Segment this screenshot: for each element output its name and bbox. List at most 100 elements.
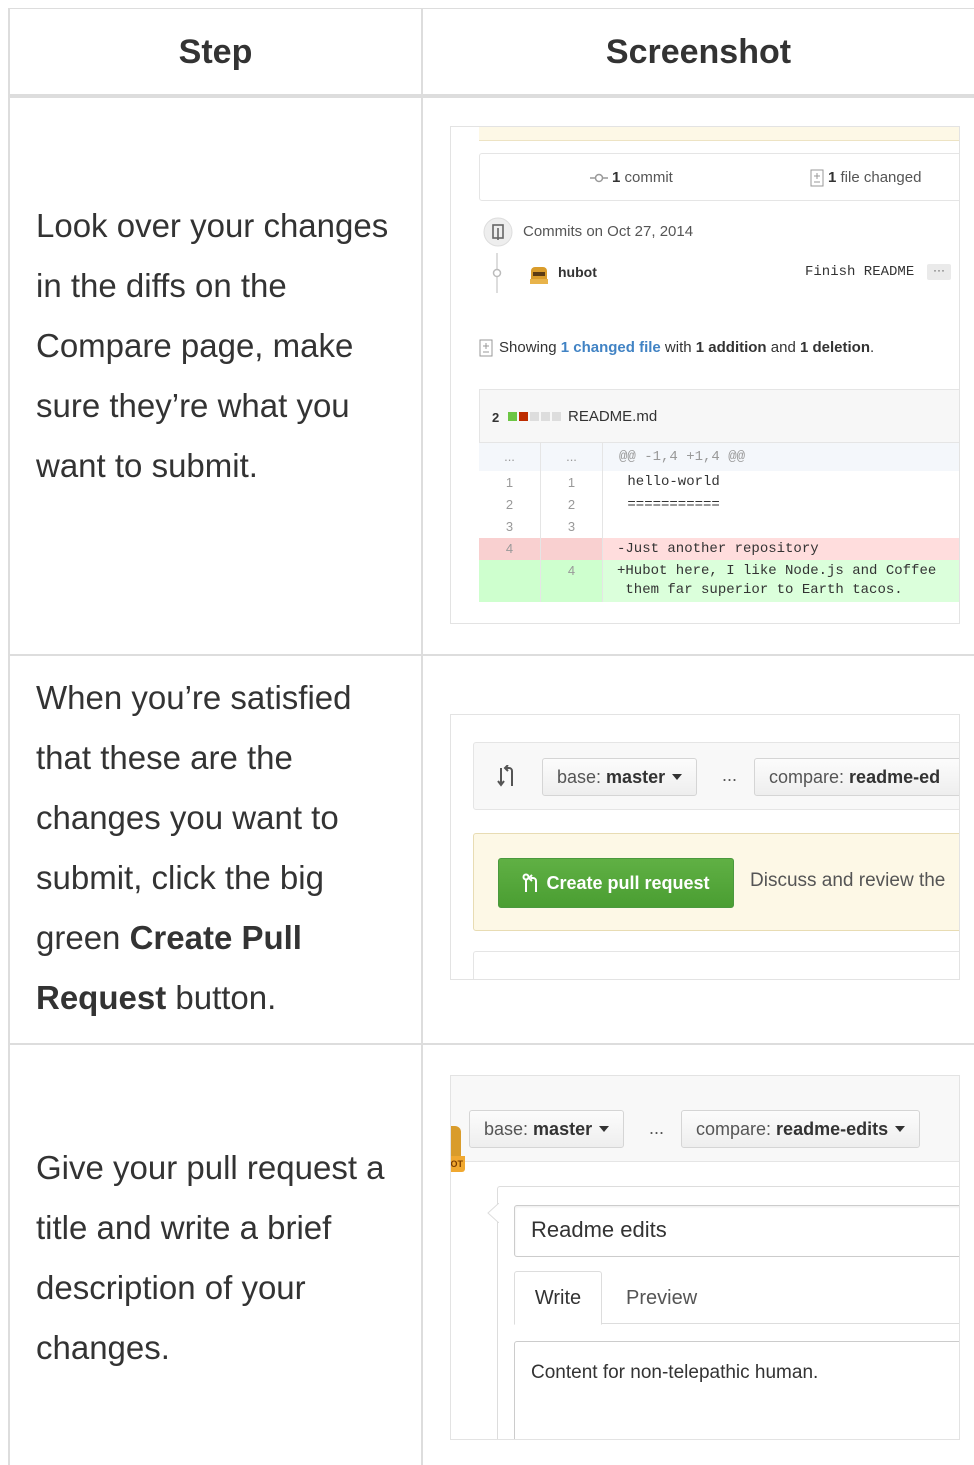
old-line-number[interactable]: 4 — [479, 538, 541, 560]
commit-message[interactable]: Finish README — [805, 264, 914, 280]
changed-files-link[interactable]: 1 changed file — [561, 339, 661, 356]
showing-end: . — [870, 339, 875, 356]
new-line-number[interactable] — [541, 538, 603, 560]
branch-compare-bar: base: master ... compare: readme-edits — [451, 1076, 959, 1162]
additions-count: 1 addition — [695, 339, 767, 356]
table-border-left — [8, 8, 10, 1465]
old-line-number[interactable] — [479, 560, 541, 602]
diff-code: +Hubot here, I like Node.js and Coffee — [617, 563, 937, 579]
caret-down-icon — [599, 1126, 610, 1132]
new-line-number[interactable]: 3 — [541, 516, 603, 538]
base-label: base: — [484, 1118, 529, 1139]
diffstat-add — [508, 412, 517, 421]
base-branch-select[interactable]: base: master — [469, 1110, 625, 1148]
commit-author[interactable]: hubot — [558, 264, 597, 280]
diff-code: them far superior to Earth tacos. — [617, 582, 903, 598]
compare-label: compare: — [696, 1118, 772, 1139]
pr-form-screenshot: base: master ... compare: readme-edits OT … — [450, 1075, 960, 1440]
step-2-bold-2: Request — [36, 979, 167, 1016]
pr-title-input[interactable]: Readme edits — [514, 1205, 959, 1257]
file-diff-icon — [479, 339, 493, 357]
diff-summary-line: Showing 1 changed file with 1 addition a… — [479, 339, 875, 357]
create-pr-label: Create pull request — [546, 872, 710, 893]
banner-edge — [479, 127, 959, 141]
avatar-label: OT — [451, 1156, 465, 1172]
step-2-text-after: button. — [166, 979, 277, 1016]
compare-summary-box: 1 commit 1 file changed — [479, 153, 959, 201]
diff-row-deletion: 4 -Just another repository — [479, 538, 959, 560]
compare-label: compare: — [769, 766, 845, 787]
commits-summary[interactable]: 1 commit — [590, 169, 673, 186]
caret-down-icon — [672, 774, 683, 780]
new-line-number[interactable]: ... — [541, 443, 603, 471]
discuss-text: Discuss and review the — [750, 870, 946, 891]
step-2-text-before: When you’re satisfied that these are the… — [36, 679, 352, 956]
hubot-avatar-icon — [530, 267, 548, 284]
files-label: file changed — [840, 169, 922, 186]
branch-separator: ... — [649, 1118, 665, 1138]
repo-push-icon — [483, 217, 513, 247]
compare-arrows-icon — [497, 765, 513, 787]
new-line-number[interactable]: 2 — [541, 494, 603, 516]
base-label: base: — [557, 766, 602, 787]
diffstat-neutral — [541, 412, 550, 421]
row-divider-1 — [8, 654, 974, 656]
showing-and: and — [766, 339, 800, 356]
branch-compare-bar: base: master ... compare: readme-ed — [473, 742, 959, 810]
compare-branch: readme-edits — [776, 1118, 889, 1139]
hubot-avatar-icon: OT — [451, 1126, 473, 1186]
base-branch: master — [606, 766, 666, 787]
tab-write[interactable]: Write — [514, 1271, 602, 1325]
create-pull-request-button[interactable]: Create pull request — [498, 858, 734, 908]
diff-row: 1 1 hello-world — [479, 471, 959, 494]
old-line-number[interactable]: 3 — [479, 516, 541, 538]
lower-panel-edge — [473, 951, 959, 979]
diff-code — [619, 516, 627, 538]
table-column-divider — [421, 8, 423, 1465]
diff-row-addition: 4 +Hubot here, I like Node.js and Coffee… — [479, 560, 959, 602]
row-divider-2 — [8, 1043, 974, 1045]
pull-request-icon — [522, 873, 538, 892]
commit-icon — [492, 253, 502, 293]
tab-preview[interactable]: Preview — [626, 1271, 697, 1325]
old-line-number[interactable]: 2 — [479, 494, 541, 516]
file-diff-count: 2 — [492, 410, 500, 425]
compare-branch-select[interactable]: compare: readme-edits — [681, 1110, 921, 1148]
new-line-number[interactable]: 1 — [541, 471, 603, 494]
pr-form: Readme edits Write Preview Content for n… — [487, 1186, 959, 1439]
files-count: 1 — [828, 169, 837, 186]
step-3-text: Give your pull request a title and write… — [36, 1149, 385, 1366]
base-branch-select[interactable]: base: master — [542, 758, 698, 796]
file-name[interactable]: README.md — [568, 408, 657, 425]
showing-prefix: Showing — [499, 339, 561, 356]
commit-expand-button[interactable]: ··· — [927, 264, 951, 280]
column-header-step: Step — [178, 32, 253, 71]
diff-code: @@ -1,4 +1,4 @@ — [619, 449, 746, 465]
diff-row-hunk: ... ... @@ -1,4 +1,4 @@ — [479, 443, 959, 471]
diffstat-neutral — [530, 412, 539, 421]
new-line-number[interactable]: 4 — [541, 560, 603, 602]
step-1-text: Look over your changes in the diffs on t… — [36, 207, 389, 484]
diff-code: =========== — [619, 497, 720, 513]
old-line-number[interactable]: 1 — [479, 471, 541, 494]
step-2-bold-1: Create Pull — [129, 919, 302, 956]
commits-count: 1 — [612, 169, 621, 186]
file-diff-icon — [810, 169, 824, 187]
diff-code: -Just another repository — [617, 541, 819, 557]
diff-row: 2 2 =========== — [479, 494, 959, 516]
old-line-number[interactable]: ... — [479, 443, 541, 471]
compare-branch-select[interactable]: compare: readme-ed — [754, 758, 959, 796]
diffstat-del — [519, 412, 528, 421]
pr-description-textarea[interactable]: Content for non-telepathic human. — [514, 1341, 959, 1439]
deletions-count: 1 deletion — [799, 339, 870, 356]
file-header: 2 README.md — [479, 389, 959, 443]
files-summary[interactable]: 1 file changed — [810, 169, 921, 187]
commits-label: commit — [624, 169, 673, 186]
branch-separator: ... — [722, 765, 738, 785]
column-header-screenshot: Screenshot — [605, 32, 792, 71]
compare-branch: readme-ed — [849, 766, 941, 787]
comment-pointer — [487, 1203, 499, 1223]
step-2-text: When you’re satisfied that these are the… — [36, 668, 406, 1028]
caret-down-icon — [895, 1126, 906, 1132]
base-branch: master — [533, 1118, 593, 1139]
